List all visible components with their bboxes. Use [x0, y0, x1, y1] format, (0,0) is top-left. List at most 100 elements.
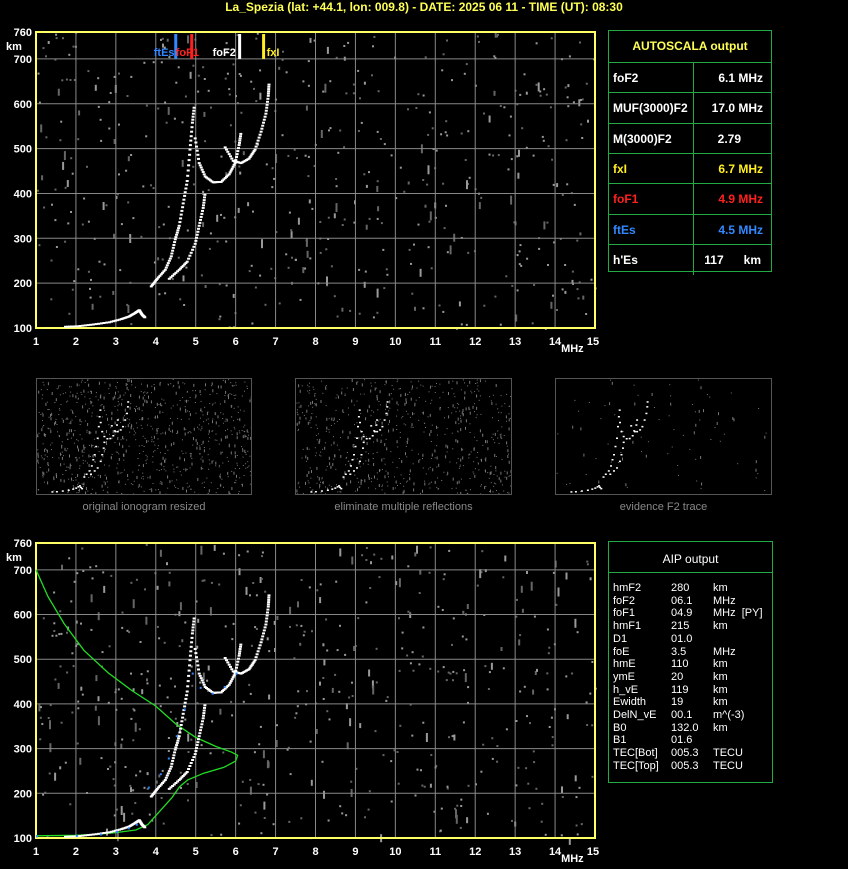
- echo-point: [202, 199, 206, 202]
- echo-point: [265, 617, 269, 620]
- echo-point: [174, 746, 178, 749]
- echo-point: [256, 650, 260, 653]
- echo-point: [199, 166, 203, 169]
- page-title: La_Spezia (lat: +44.1, lon: 009.8) - DAT…: [225, 0, 623, 14]
- noise-pixels: [37, 32, 597, 330]
- echo-point: [202, 712, 206, 715]
- echo-point: [75, 325, 79, 328]
- autoscala-separator: [693, 153, 694, 184]
- echo-point: [183, 701, 187, 704]
- caption-eliminate-multiple: eliminate multiple reflections: [334, 501, 473, 513]
- echo-point: [201, 171, 205, 173]
- aip-label: B1: [613, 734, 627, 747]
- echo-point: [164, 266, 168, 269]
- aip-row-b1: B1 01.6: [613, 734, 773, 746]
- autoscala-separator: [693, 184, 694, 215]
- echo-point: [171, 757, 175, 760]
- echo-point: [176, 739, 180, 742]
- aip-unit: km: [713, 582, 728, 594]
- echo-point: [190, 632, 194, 635]
- echo-point: [189, 645, 193, 648]
- echo-point: [188, 144, 192, 147]
- echo-point: [175, 744, 179, 747]
- echo-point: [232, 674, 236, 677]
- echo-point: [267, 88, 271, 91]
- echo-point: [253, 659, 257, 662]
- echo-point: [197, 668, 200, 671]
- aip-label: B0: [613, 721, 627, 734]
- echo-point: [267, 601, 271, 604]
- x-tick-label: 3: [113, 846, 119, 858]
- echo-point: [78, 835, 82, 837]
- x-tick-label: 6: [233, 846, 239, 858]
- x-tick-label: 1: [33, 336, 39, 348]
- echo-point: [172, 754, 176, 757]
- echo-point: [238, 652, 241, 655]
- echo-point: [91, 323, 95, 326]
- marker-label-fxI: fxI: [267, 47, 280, 59]
- autoscala-value: 6.7 MHz: [718, 161, 763, 176]
- fit-point: [36, 835, 38, 838]
- echo-point: [223, 657, 227, 659]
- echo-point: [197, 672, 201, 675]
- x-tick-label: 12: [469, 846, 481, 858]
- fit-point: [147, 786, 150, 789]
- echo-point: [188, 765, 192, 767]
- echo-point: [196, 230, 200, 233]
- echo-point: [235, 156, 238, 159]
- aip-row-ewidth: Ewidth 19 km: [613, 696, 773, 708]
- echo-point: [201, 206, 205, 209]
- echo-point: [166, 772, 170, 775]
- echo-point: [185, 183, 189, 186]
- echo-point: [230, 157, 234, 160]
- thumb-trace: [51, 401, 130, 493]
- fit-point: [115, 830, 118, 833]
- echo-point: [197, 227, 200, 230]
- echo-point: [195, 747, 198, 750]
- aip-row-b0: B0 132.0 km: [613, 722, 773, 734]
- aip-label: TEC[Top]: [613, 759, 659, 772]
- echo-point: [265, 103, 269, 106]
- x-tick-label: 6: [233, 336, 239, 348]
- fit-point: [191, 672, 194, 675]
- autoscala-row-fof1: foF1 4.9 MHz: [609, 183, 771, 215]
- aip-value: 119: [671, 683, 689, 696]
- echo-point: [266, 94, 270, 97]
- echo-point: [181, 716, 185, 719]
- echo-point: [194, 750, 198, 753]
- echo-point: [232, 163, 236, 166]
- echo-point: [169, 255, 173, 258]
- y-tick-label: 100: [14, 833, 32, 845]
- fit-point: [183, 708, 186, 711]
- echo-point: [202, 201, 206, 204]
- echo-point: [258, 133, 262, 136]
- aip-value: 005.3: [671, 759, 699, 772]
- echo-point: [229, 680, 233, 683]
- echo-point: [105, 321, 109, 324]
- echo-point: [227, 663, 231, 666]
- x-tick-label: 15: [587, 846, 599, 858]
- autoscala-label: M(3000)F2: [613, 131, 672, 146]
- echo-point: [264, 109, 268, 112]
- echo-point: [195, 149, 199, 152]
- echo-point: [184, 187, 188, 190]
- echo-point: [188, 148, 192, 151]
- aip-row-hmf1: hmF1 215 km: [613, 620, 773, 632]
- echo-point: [189, 251, 193, 254]
- aip-label: foF2: [613, 594, 636, 607]
- echo-point: [266, 611, 269, 614]
- autoscala-row-fof2: foF2 6.1 MHz: [609, 62, 771, 93]
- echo-point: [185, 180, 189, 182]
- caption-evidence-f2: evidence F2 trace: [619, 501, 708, 513]
- echo-trace: [167, 704, 207, 790]
- echo-point: [105, 831, 109, 834]
- echo-point: [181, 202, 185, 205]
- y-axis-label: km: [6, 41, 22, 53]
- echo-point: [263, 626, 267, 629]
- echo-point: [191, 623, 195, 626]
- echo-point: [226, 150, 230, 153]
- echo-point: [189, 139, 193, 142]
- echo-point: [192, 109, 196, 112]
- echo-point: [266, 92, 270, 95]
- x-tick-label: 10: [389, 336, 401, 348]
